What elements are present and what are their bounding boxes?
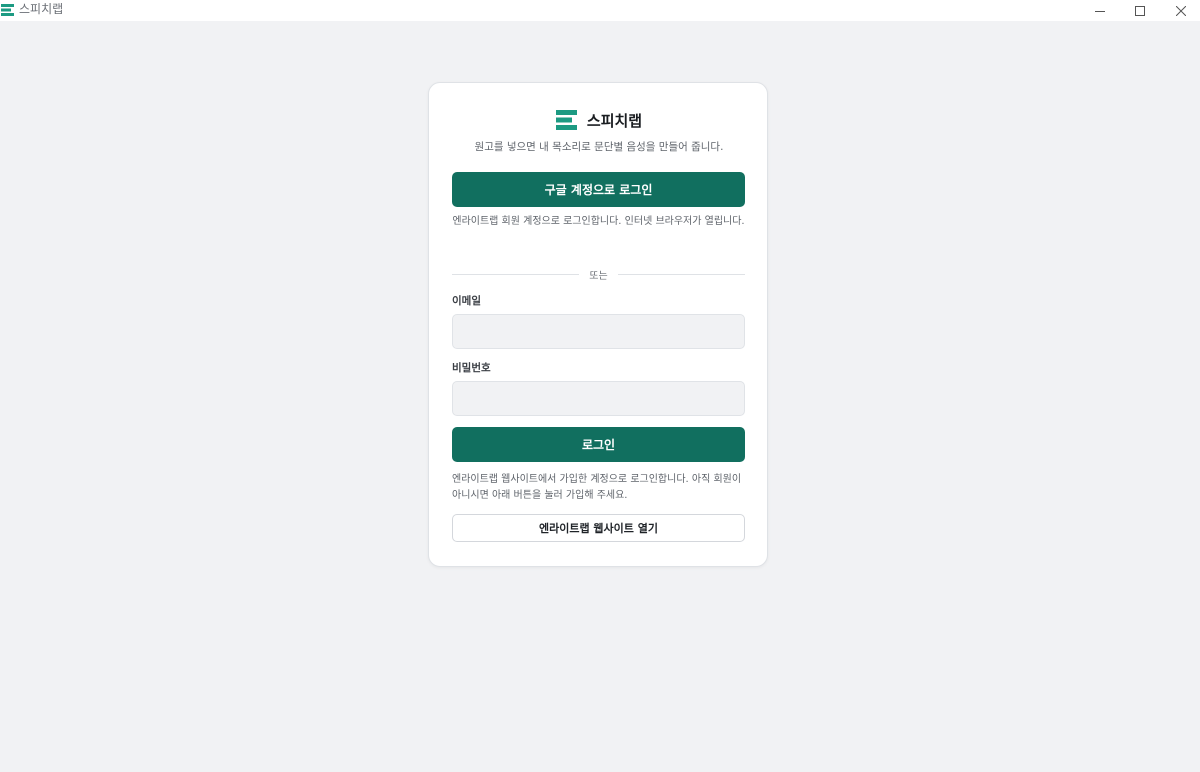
app-logo-icon	[555, 109, 578, 131]
google-login-note: 엔라이트랩 회원 계정으로 로그인합니다. 인터넷 브라우저가 열립니다.	[452, 216, 745, 227]
password-field[interactable]	[452, 381, 745, 416]
divider-label: 또는	[589, 270, 608, 282]
divider-line	[617, 273, 745, 275]
email-label: 이메일	[452, 295, 481, 307]
login-card: 스피치랩 원고를 넣으면 내 목소리로 문단별 음성을 만들어 줍니다. 구글 …	[428, 82, 768, 567]
login-note: 엔라이트랩 웹사이트에서 가입한 계정으로 로그인합니다. 아직 회원이 아니시…	[452, 474, 742, 501]
password-label: 비밀번호	[452, 362, 491, 374]
brand-header: 스피치랩	[429, 108, 769, 132]
email-field[interactable]	[452, 314, 745, 349]
divider-line	[452, 273, 580, 275]
login-button[interactable]: 로그인	[452, 427, 745, 462]
brand-subtitle: 원고를 넣으면 내 목소리로 문단별 음성을 만들어 줍니다.	[474, 141, 724, 153]
maximize-icon[interactable]	[1117, 0, 1163, 21]
brand-name: 스피치랩	[586, 111, 643, 130]
app-logo-icon	[1, 2, 15, 16]
open-website-button[interactable]: 엔라이트랩 웹사이트 열기	[452, 514, 745, 542]
or-divider: 또는	[452, 266, 745, 282]
title-bar: 스피치랩	[0, 0, 1200, 21]
google-login-button[interactable]: 구글 계정으로 로그인	[452, 172, 745, 207]
window-title: 스피치랩	[19, 2, 64, 16]
close-icon[interactable]	[1158, 0, 1200, 21]
